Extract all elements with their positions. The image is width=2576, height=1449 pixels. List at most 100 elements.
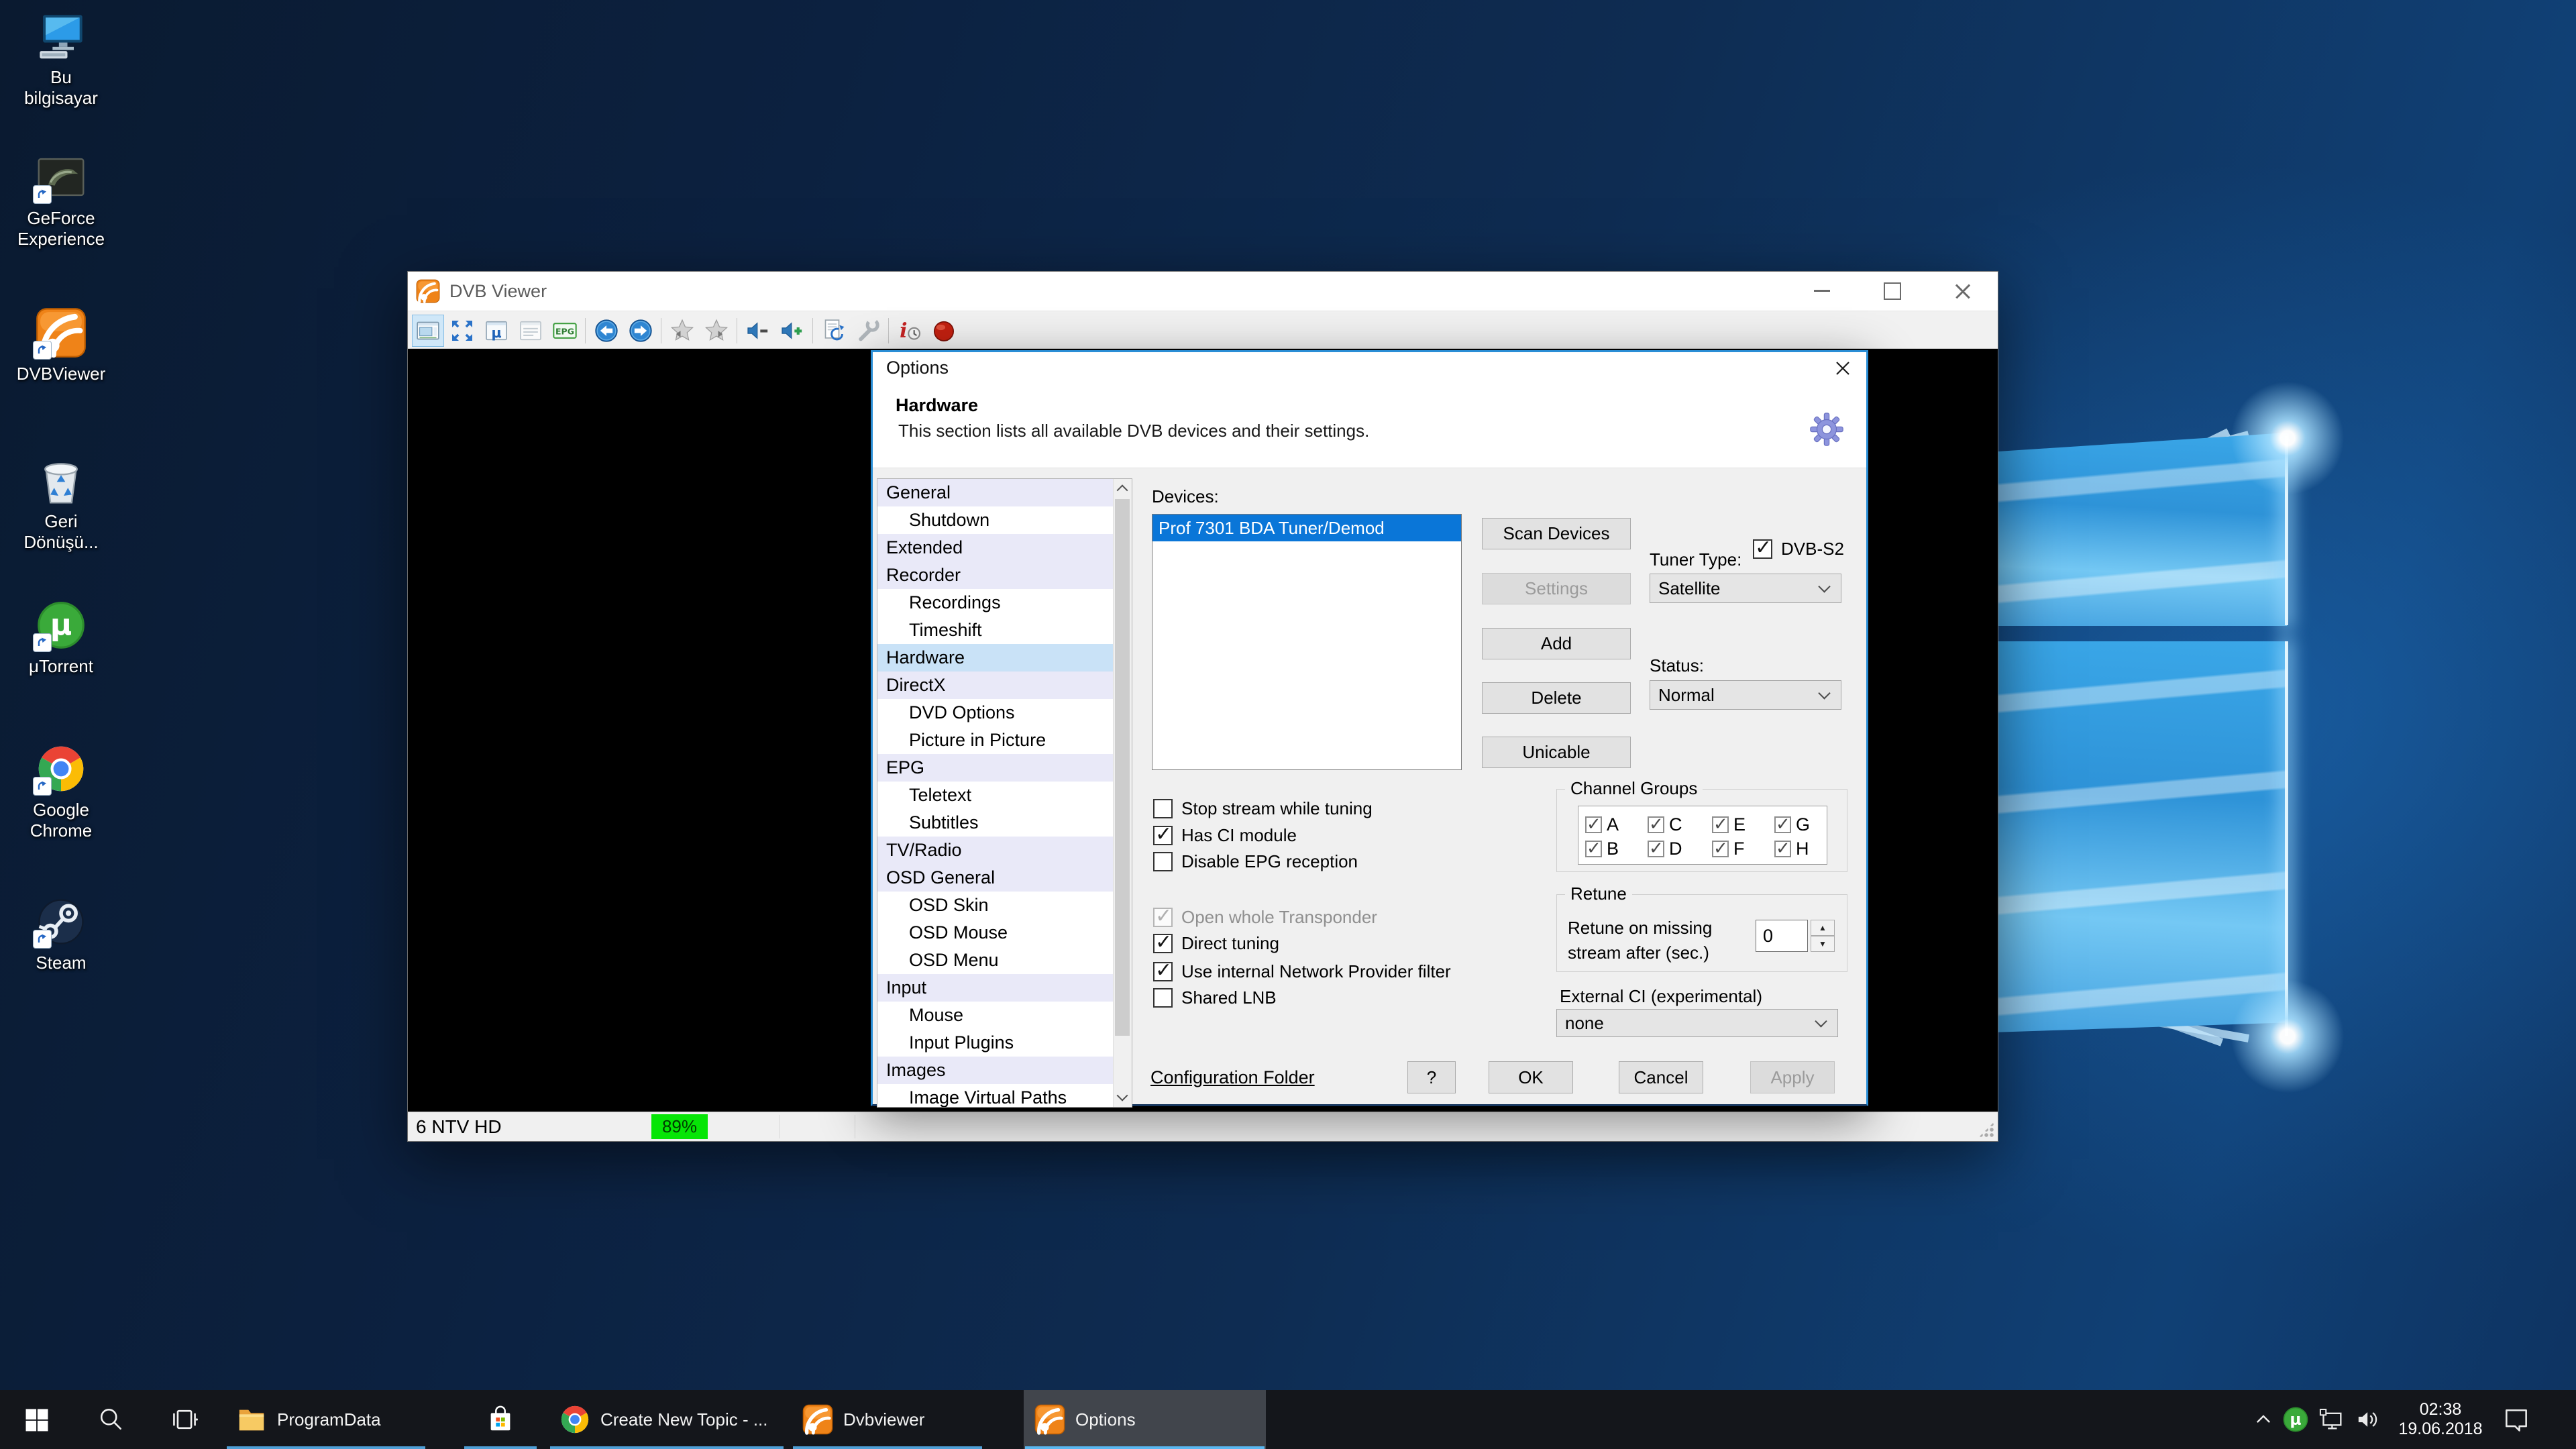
channel-group-b[interactable]: B [1585,839,1619,859]
option-direct-tuning[interactable]: Direct tuning [1153,932,1279,955]
channel-group-g[interactable]: G [1774,814,1810,835]
channel-group-a[interactable]: A [1585,814,1619,835]
sidebar-item-subtitles[interactable]: Subtitles [877,809,1114,837]
desktop-icon-dvbviewer[interactable]: DVBViewer [12,307,110,384]
minimize-button[interactable] [1786,272,1857,310]
volume-tray-button[interactable] [2351,1390,2385,1449]
ok-button[interactable]: OK [1489,1061,1573,1093]
checkbox-group-b[interactable] [1585,841,1602,857]
desktop-icon-steam[interactable]: Steam [12,896,110,973]
option-open-whole-transponder[interactable]: Open whole Transponder [1153,906,1377,928]
text-window-button[interactable] [515,315,547,347]
sidebar-item-osd-general[interactable]: OSD General [877,864,1114,892]
taskbar-app-options[interactable]: Options [1024,1390,1266,1449]
search-button[interactable] [74,1390,148,1449]
sidebar-item-mouse[interactable]: Mouse [877,1002,1114,1029]
apply-button[interactable]: Apply [1750,1061,1835,1093]
desktop-icon-torrent[interactable]: μμTorrent [12,600,110,677]
scroll-up-button[interactable] [1114,479,1131,498]
taskbar-app-create-new-topic[interactable]: Create New Topic - ... [549,1390,785,1449]
sidebar-item-dvd-options[interactable]: DVD Options [877,699,1114,727]
checkbox-open-whole-transponder[interactable] [1153,908,1173,927]
clock[interactable]: 02:38 19.06.2018 [2388,1390,2493,1449]
help-button[interactable]: ? [1407,1061,1456,1093]
utorrent-tray-button[interactable]: μ [2278,1390,2313,1449]
task-view-button[interactable] [148,1390,221,1449]
scroll-down-button[interactable] [1114,1088,1131,1107]
sidebar-item-osd-menu[interactable]: OSD Menu [877,947,1114,974]
checkbox-group-h[interactable] [1774,841,1791,857]
mu-window-button[interactable]: μ [480,315,513,347]
channel-group-f[interactable]: F [1712,839,1745,859]
refresh-doc-button[interactable] [818,315,850,347]
dvbs2-checkbox[interactable] [1753,539,1772,559]
device-item-prof-7301-bda-tuner-demod[interactable]: Prof 7301 BDA Tuner/Demod [1152,515,1461,541]
sidebar-item-general[interactable]: General [877,479,1114,506]
checkbox-group-a[interactable] [1585,816,1602,833]
checkbox-group-g[interactable] [1774,816,1791,833]
spin-up-button[interactable]: ▲ [1811,920,1835,936]
volume-down-button[interactable] [742,315,774,347]
sidebar-item-recordings[interactable]: Recordings [877,589,1114,616]
retune-seconds-input[interactable]: 0 [1756,920,1808,952]
dvbs2-checkbox-row[interactable]: DVB-S2 [1753,537,1844,560]
spin-down-button[interactable]: ▼ [1811,936,1835,952]
option-use-internal-network-provider-filter[interactable]: Use internal Network Provider filter [1153,960,1451,983]
resize-grip[interactable] [1979,1122,1994,1137]
wrench-button[interactable] [852,315,884,347]
epg-button[interactable]: EPG [549,315,581,347]
status-select[interactable]: Normal [1650,680,1841,710]
sidebar-item-input[interactable]: Input [877,974,1114,1002]
cancel-button[interactable]: Cancel [1619,1061,1703,1093]
action-center-button[interactable] [2493,1390,2540,1449]
fullscreen-button[interactable] [446,315,478,347]
sidebar-item-teletext[interactable]: Teletext [877,782,1114,809]
option-stop-stream-while-tuning[interactable]: Stop stream while tuning [1153,797,1373,820]
channel-group-e[interactable]: E [1712,814,1746,835]
tuner-type-select[interactable]: Satellite [1650,574,1841,603]
channel-group-d[interactable]: D [1648,839,1682,859]
channel-group-c[interactable]: C [1648,814,1682,835]
sidebar-item-picture-in-picture[interactable]: Picture in Picture [877,727,1114,754]
record-button[interactable] [928,315,960,347]
taskbar-app-store[interactable] [463,1390,538,1449]
add-button[interactable]: Add [1482,628,1631,659]
maximize-button[interactable] [1857,272,1927,310]
desktop-icon-geforce-experience[interactable]: GeForce Experience [12,152,110,250]
scrollbar-thumb[interactable] [1115,499,1130,1036]
sidebar-item-extended[interactable]: Extended [877,534,1114,561]
sidebar-item-osd-mouse[interactable]: OSD Mouse [877,919,1114,947]
sidebar-item-recorder[interactable]: Recorder [877,561,1114,589]
option-shared-lnb[interactable]: Shared LNB [1153,986,1277,1009]
taskbar-app-dvbviewer[interactable]: Dvbviewer [792,1390,983,1449]
option-disable-epg-reception[interactable]: Disable EPG reception [1153,850,1358,873]
checkbox-has-ci-module[interactable] [1153,826,1173,845]
taskbar-app-programdata[interactable]: ProgramData [225,1390,427,1449]
sidebar-item-image-virtual-paths[interactable]: Image Virtual Paths [877,1084,1114,1108]
star-back-button[interactable] [666,315,698,347]
devices-list[interactable]: Prof 7301 BDA Tuner/Demod [1152,514,1462,770]
checkbox-shared-lnb[interactable] [1153,988,1173,1008]
checkbox-group-d[interactable] [1648,841,1664,857]
desktop-icon-bu-bilgisayar[interactable]: Bu bilgisayar [12,11,110,109]
settings-button[interactable]: Settings [1482,573,1631,604]
nav-scrollbar[interactable] [1113,479,1132,1107]
desktop-icon-google-chrome[interactable]: Google Chrome [12,743,110,841]
back-button[interactable] [590,315,623,347]
tray-expand-button[interactable] [2246,1390,2281,1449]
sidebar-item-hardware[interactable]: Hardware [877,644,1114,672]
sidebar-item-osd-skin[interactable]: OSD Skin [877,892,1114,919]
checkbox-group-c[interactable] [1648,816,1664,833]
scan-devices-button[interactable]: Scan Devices [1482,518,1631,549]
sidebar-item-images[interactable]: Images [877,1057,1114,1084]
dialog-close-button[interactable] [1831,358,1854,379]
volume-up-button[interactable] [776,315,808,347]
checkbox-group-f[interactable] [1712,841,1729,857]
tv-window-button[interactable] [412,315,444,347]
network-tray-button[interactable] [2314,1390,2349,1449]
checkbox-disable-epg-reception[interactable] [1153,852,1173,871]
checkbox-group-e[interactable] [1712,816,1729,833]
forward-button[interactable] [625,315,657,347]
unicable-button[interactable]: Unicable [1482,737,1631,768]
sidebar-item-input-plugins[interactable]: Input Plugins [877,1029,1114,1057]
